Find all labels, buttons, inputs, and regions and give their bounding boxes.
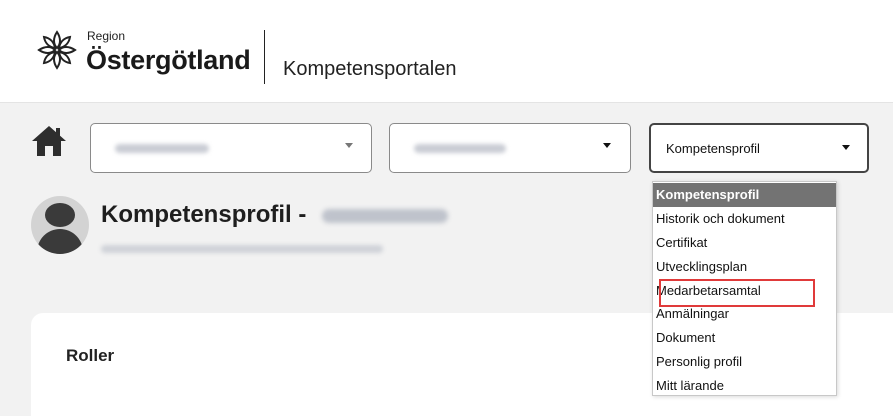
organization-select[interactable] [90, 123, 372, 173]
dropdown-option-certifikat[interactable]: Certifikat [653, 231, 836, 255]
highlight-annotation [659, 279, 815, 307]
page-select-value: Kompetensprofil [666, 141, 760, 156]
page-select[interactable]: Kompetensprofil [649, 123, 869, 173]
chevron-down-icon [345, 143, 353, 148]
chevron-down-icon [842, 145, 850, 150]
profile-subtitle-redacted [101, 245, 383, 253]
chevron-down-icon [603, 143, 611, 148]
avatar-body [37, 229, 83, 254]
dropdown-option-mitt-larande[interactable]: Mitt lärande [653, 374, 836, 398]
logo-region-text: Region [87, 29, 126, 43]
employee-select[interactable] [389, 123, 631, 173]
avatar-head [45, 203, 75, 227]
profile-title: Kompetensprofil - [101, 201, 307, 228]
portal-title: Kompetensportalen [283, 58, 457, 80]
dropdown-option-kompetensprofil[interactable]: Kompetensprofil [653, 183, 836, 207]
profile-name-redacted [322, 209, 448, 223]
logo-name-text: Östergötland [86, 45, 251, 75]
app-header: Region Östergötland Kompetensportalen [0, 0, 893, 103]
employee-select-value [414, 144, 506, 153]
header-divider [264, 30, 265, 84]
dropdown-option-historik-och-dokument[interactable]: Historik och dokument [653, 207, 836, 231]
region-logo-icon [37, 30, 77, 70]
roles-card-title: Roller [66, 346, 115, 365]
dropdown-option-utvecklingsplan[interactable]: Utvecklingsplan [653, 255, 836, 279]
avatar [31, 196, 89, 254]
dropdown-option-dokument[interactable]: Dokument [653, 326, 836, 350]
region-logo[interactable]: Region Östergötland [33, 26, 253, 82]
organization-select-value [115, 144, 209, 153]
dropdown-option-personlig-profil[interactable]: Personlig profil [653, 350, 836, 374]
home-icon[interactable] [30, 124, 68, 158]
